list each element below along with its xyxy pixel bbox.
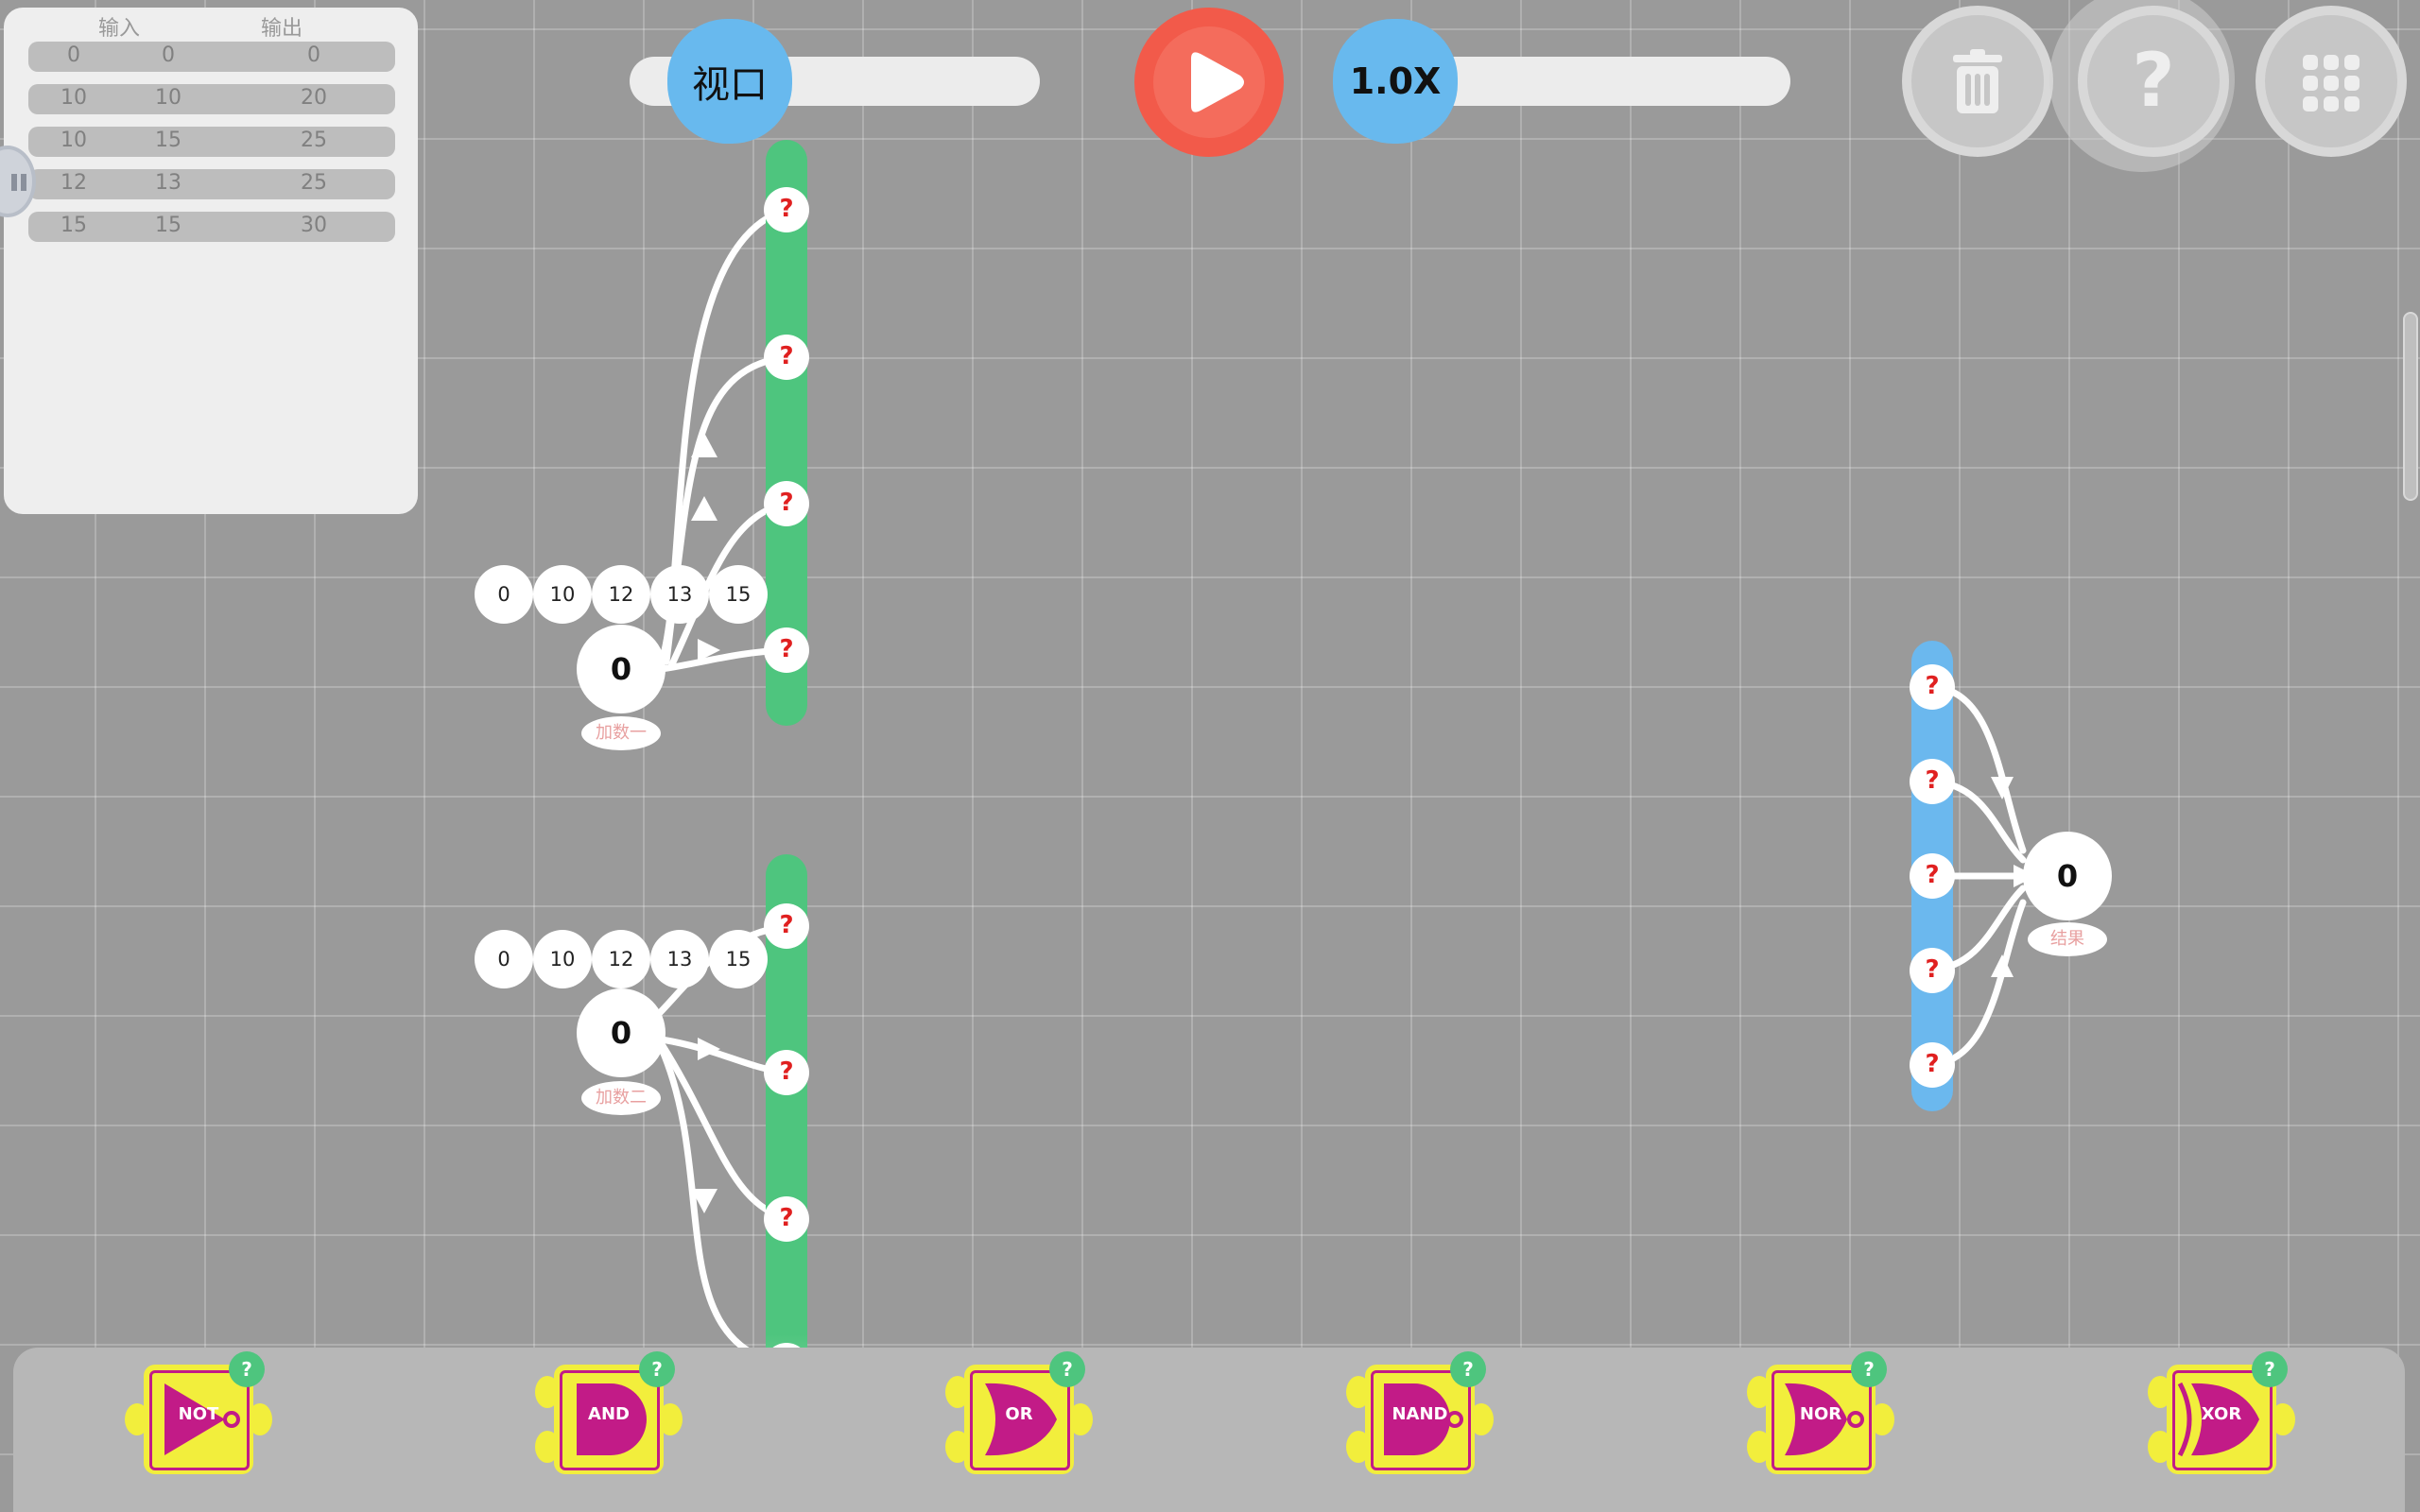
xor-gate[interactable]: XOR ? xyxy=(2148,1351,2295,1474)
adder1-value-option[interactable]: 10 xyxy=(533,565,592,624)
not-gate[interactable]: NOT ? xyxy=(125,1351,272,1474)
adder1-label: 加数一 xyxy=(581,716,661,750)
result-port[interactable]: ? xyxy=(1910,853,1955,899)
or-gate[interactable]: OR ? xyxy=(945,1351,1093,1474)
adder2-value-option[interactable]: 10 xyxy=(533,930,592,988)
result-port[interactable]: ? xyxy=(1910,1042,1955,1088)
gate-label: XOR xyxy=(2201,1404,2242,1424)
and-gate[interactable]: AND ? xyxy=(535,1351,683,1474)
adder1-port[interactable]: ? xyxy=(764,481,809,526)
adder1-port[interactable]: ? xyxy=(764,627,809,673)
adder1-node[interactable]: 0 xyxy=(577,625,666,713)
adder2-value-option[interactable]: 13 xyxy=(650,930,709,988)
gate-help-badge[interactable]: ? xyxy=(639,1351,675,1387)
adder2-label: 加数二 xyxy=(581,1081,661,1115)
adder1-value-option[interactable]: 0 xyxy=(475,565,533,624)
gate-help-badge[interactable]: ? xyxy=(1851,1351,1887,1387)
adder1-port[interactable]: ? xyxy=(764,187,809,232)
adder1-value-option[interactable]: 12 xyxy=(592,565,650,624)
result-port[interactable]: ? xyxy=(1910,948,1955,993)
adder2-port[interactable]: ? xyxy=(764,903,809,949)
adder2-value-option[interactable]: 15 xyxy=(709,930,768,988)
nand-gate[interactable]: NAND ? xyxy=(1346,1351,1494,1474)
gate-help-badge[interactable]: ? xyxy=(1049,1351,1085,1387)
gate-label: AND xyxy=(588,1404,630,1424)
vertical-scrollbar[interactable] xyxy=(2403,312,2418,501)
adder2-port[interactable]: ? xyxy=(764,1196,809,1242)
gate-label: NOR xyxy=(1799,1404,1842,1424)
adder1-value-option[interactable]: 13 xyxy=(650,565,709,624)
gate-palette xyxy=(13,1348,2405,1512)
adder1-port[interactable]: ? xyxy=(764,335,809,380)
gate-help-badge[interactable]: ? xyxy=(1450,1351,1486,1387)
gate-label: OR xyxy=(1005,1404,1033,1424)
gate-label: NAND xyxy=(1392,1404,1448,1424)
adder2-value-option[interactable]: 12 xyxy=(592,930,650,988)
nor-gate[interactable]: NOR ? xyxy=(1747,1351,1894,1474)
result-label: 结果 xyxy=(2028,922,2107,956)
adder1-value-option[interactable]: 15 xyxy=(709,565,768,624)
wires-layer xyxy=(648,206,2036,1369)
result-port[interactable]: ? xyxy=(1910,664,1955,710)
gate-help-badge[interactable]: ? xyxy=(2252,1351,2288,1387)
result-node[interactable]: 0 xyxy=(2023,832,2112,920)
adder2-node[interactable]: 0 xyxy=(577,988,666,1077)
gate-help-badge[interactable]: ? xyxy=(229,1351,265,1387)
gate-label: NOT xyxy=(178,1404,219,1424)
adder2-port[interactable]: ? xyxy=(764,1050,809,1095)
result-port[interactable]: ? xyxy=(1910,759,1955,804)
adder2-value-option[interactable]: 0 xyxy=(475,930,533,988)
